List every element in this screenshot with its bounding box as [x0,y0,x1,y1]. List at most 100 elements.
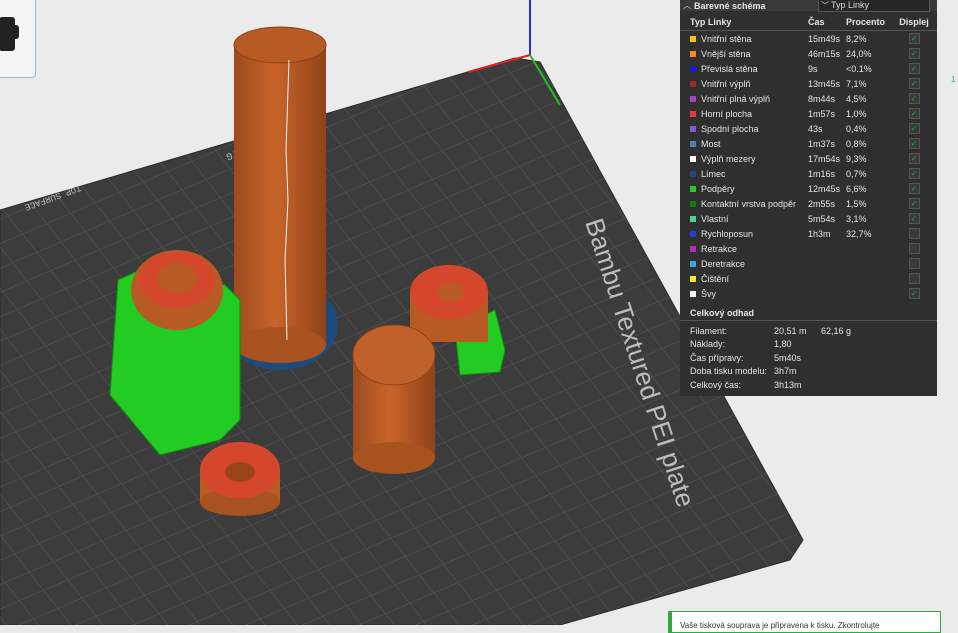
legend-percent: 0,8% [846,138,867,149]
display-toggle[interactable]: ✓ [894,168,934,179]
legend-row: Retrakce [680,241,937,256]
right-cylinder-hole [438,282,464,302]
color-swatch [690,170,696,177]
checkbox-empty[interactable] [908,273,920,284]
legend-name: Most [680,139,808,149]
estimate-extra: 62,16 g [821,325,852,336]
legend-time: 1m57s [808,108,836,119]
check-icon[interactable]: ✓ [908,33,920,44]
display-toggle[interactable]: ✓ [894,138,934,149]
legend-percent: 6,6% [846,183,867,194]
legend-row: Podpěry 12m45s 6,6% ✓ [680,181,937,196]
display-toggle[interactable]: ✓ [894,108,934,119]
estimate-label: Filament: [690,325,728,336]
legend-header: Typ Linky Čas Procento Displej [680,14,937,31]
color-swatch [690,290,696,297]
check-icon[interactable]: ✓ [908,183,920,194]
legend-time: 12m45s [808,183,841,194]
legend-name: Horní plocha [680,109,808,119]
edge-marker: 1 [951,75,956,84]
display-toggle[interactable] [894,258,934,269]
legend-name: Převislá stěna [680,64,808,74]
estimate-row: Náklady: 1,80 [680,338,937,352]
move-tool-button[interactable] [0,0,36,78]
display-toggle[interactable] [894,228,934,239]
color-swatch [690,125,696,132]
legend-percent: 3,1% [846,213,867,224]
check-icon[interactable]: ✓ [908,78,920,89]
check-icon[interactable]: ✓ [908,168,920,179]
estimate-label: Čas přípravy: [690,352,744,363]
check-icon[interactable]: ✓ [908,213,920,224]
toast-text: Vaše tisková souprava je připravena k ti… [680,621,880,630]
estimate-title: Celkový odhad [680,306,937,321]
display-toggle[interactable] [894,273,934,284]
view-type-dropdown[interactable]: ﹀ Typ Linky [818,0,930,12]
legend-row: Spodní plocha 43s 0,4% ✓ [680,121,937,136]
display-toggle[interactable]: ✓ [894,153,934,164]
legend-row: Deretrakce [680,256,937,271]
display-toggle[interactable]: ✓ [894,48,934,59]
check-icon[interactable]: ✓ [908,48,920,59]
legend-time: 17m54s [808,153,841,164]
legend-label: Spodní plocha [701,123,759,134]
display-toggle[interactable]: ✓ [894,78,934,89]
legend-row: Výplň mezery 17m54s 9,3% ✓ [680,151,937,166]
display-toggle[interactable]: ✓ [894,213,934,224]
display-toggle[interactable]: ✓ [894,183,934,194]
col-percent: Procento [846,17,886,27]
legend-row: Převislá stěna 9s <0.1% ✓ [680,61,937,76]
check-icon[interactable]: ✓ [908,123,920,134]
color-swatch [690,50,696,57]
legend-label: Horní plocha [701,108,753,119]
check-icon[interactable]: ✓ [908,138,920,149]
legend-name: Vnitřní plná výplň [680,94,808,104]
display-toggle[interactable]: ✓ [894,123,934,134]
legend-time: 5m54s [808,213,836,224]
display-toggle[interactable] [894,243,934,254]
display-toggle[interactable]: ✓ [894,198,934,209]
legend-row: Kontaktní vrstva podpěr 2m55s 1,5% ✓ [680,196,937,211]
display-toggle[interactable]: ✓ [894,63,934,74]
legend-row: Vnější stěna 46m15s 24,0% ✓ [680,46,937,61]
color-swatch [690,110,696,117]
legend-row: Most 1m37s 0,8% ✓ [680,136,937,151]
check-icon[interactable]: ✓ [908,63,920,74]
checkbox-empty[interactable] [908,243,920,254]
check-icon[interactable]: ✓ [908,288,920,299]
legend-percent: 7,1% [846,78,867,89]
color-swatch [690,95,696,102]
legend-name: Vnitřní stěna [680,34,808,44]
legend-percent: 0,7% [846,168,867,179]
estimate-list: Filament: 20,51 m 62,16 g Náklady: 1,80 Čas p… [680,324,937,392]
tall-tube [234,45,326,345]
legend-label: Převislá stěna [701,63,758,74]
legend-time: 1h3m [808,228,831,239]
legend-percent: 1,0% [846,108,867,119]
display-toggle[interactable]: ✓ [894,33,934,44]
checkbox-empty[interactable] [908,258,920,269]
color-swatch [690,260,696,267]
check-icon[interactable]: ✓ [908,153,920,164]
display-toggle[interactable]: ✓ [894,288,934,299]
legend-name: Retrakce [680,244,808,254]
check-icon[interactable]: ✓ [908,198,920,209]
checkbox-empty[interactable] [908,228,920,239]
legend-row: Vnitřní plná výplň 8m44s 4,5% ✓ [680,91,937,106]
color-swatch [690,275,696,282]
legend-name: Deretrakce [680,259,808,269]
estimate-row: Celkový čas: 3h13m [680,378,937,392]
notification-toast[interactable]: Vaše tisková souprava je připravena k ti… [668,611,941,633]
legend-row: Vlastní 5m54s 3,1% ✓ [680,211,937,226]
chevron-up-icon[interactable]: ︿ [680,0,694,11]
legend-label: Vnitřní výplň [701,78,751,89]
legend-list: Vnitřní stěna 15m49s 8,2% ✓ Vnější stěna … [680,31,937,301]
legend-percent: 0,4% [846,123,867,134]
display-toggle[interactable]: ✓ [894,93,934,104]
check-icon[interactable]: ✓ [908,108,920,119]
color-swatch [690,35,696,42]
tall-tube-bottom [234,327,326,363]
estimate-value: 5m40s [774,352,802,363]
view-type-value: Typ Linky [831,0,870,10]
check-icon[interactable]: ✓ [908,93,920,104]
